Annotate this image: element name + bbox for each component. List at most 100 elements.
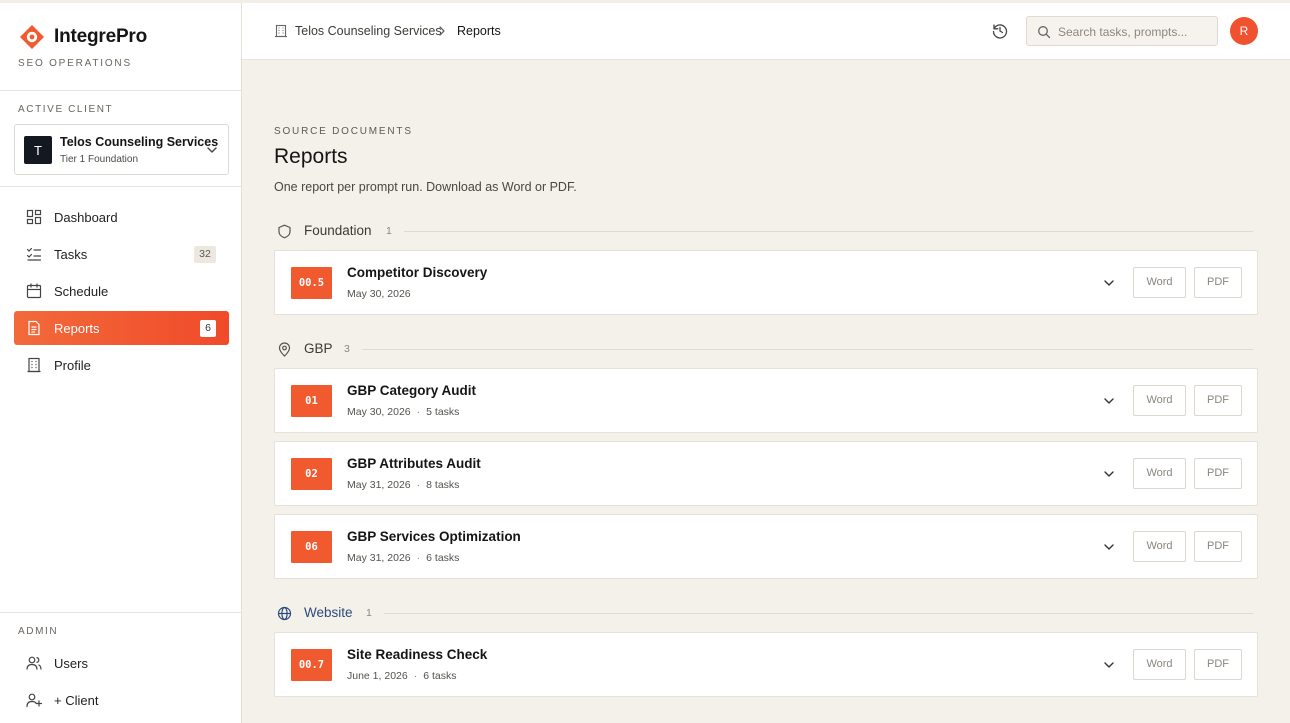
search-box: [1026, 16, 1218, 46]
client-avatar: T: [24, 136, 52, 164]
search-input[interactable]: [1058, 22, 1213, 41]
group-header-website: Website 1: [277, 604, 1253, 622]
top-header: Telos Counseling Services Reports R: [242, 3, 1290, 60]
chevron-down-icon[interactable]: [1102, 394, 1116, 408]
tasks-icon: [26, 247, 42, 261]
report-task-count: 5 tasks: [426, 406, 460, 418]
report-date: May 31, 2026: [347, 552, 411, 564]
brand[interactable]: IntegrePro: [18, 23, 147, 51]
users-icon: [26, 656, 42, 670]
brand-subtitle: SEO OPERATIONS: [18, 58, 132, 69]
active-client-label: ACTIVE CLIENT: [18, 104, 114, 115]
report-title: GBP Services Optimization: [347, 529, 521, 544]
report-row[interactable]: 01 GBP Category Audit May 30, 2026 · 5 tas…: [274, 368, 1258, 433]
download-pdf-button[interactable]: PDF: [1194, 649, 1242, 680]
sidebar-item-schedule[interactable]: Schedule: [14, 274, 229, 308]
download-word-button[interactable]: Word: [1133, 649, 1186, 680]
download-pdf-button[interactable]: PDF: [1194, 458, 1242, 489]
report-row[interactable]: 00.7 Site Readiness Check June 1, 2026 · 6…: [274, 632, 1258, 697]
chevron-down-icon[interactable]: [1102, 540, 1116, 554]
sidebar-item-label: Schedule: [54, 284, 109, 299]
download-pdf-button[interactable]: PDF: [1194, 531, 1242, 562]
chevron-down-icon: [207, 147, 217, 153]
brand-name: IntegrePro: [54, 26, 148, 47]
breadcrumb-current: Reports: [457, 24, 501, 38]
group-name: GBP: [304, 341, 333, 356]
report-date: May 30, 2026: [347, 288, 411, 300]
chevron-down-icon[interactable]: [1102, 658, 1116, 672]
map-pin-icon: [278, 342, 291, 357]
report-title: GBP Category Audit: [347, 383, 477, 398]
report-meta: May 30, 2026: [347, 288, 411, 300]
report-code-badge: 02: [291, 458, 332, 490]
report-meta: May 31, 2026 · 8 tasks: [347, 479, 460, 491]
report-code-badge: 01: [291, 385, 332, 417]
sidebar-item-tasks[interactable]: Tasks 32: [14, 237, 229, 271]
add-user-icon: [26, 693, 42, 708]
report-date: May 30, 2026: [347, 406, 411, 418]
download-word-button[interactable]: Word: [1133, 385, 1186, 416]
sidebar-divider: [0, 186, 241, 187]
download-word-button[interactable]: Word: [1133, 458, 1186, 489]
report-code-badge: 00.5: [291, 267, 332, 299]
report-row[interactable]: 02 GBP Attributes Audit May 31, 2026 · 8 t…: [274, 441, 1258, 506]
report-date: June 1, 2026: [347, 670, 408, 682]
group-name: Website: [304, 605, 353, 620]
sidebar-item-reports[interactable]: Reports 6: [14, 311, 229, 345]
report-meta: May 31, 2026 · 6 tasks: [347, 552, 460, 564]
sidebar-item-label: Profile: [54, 358, 91, 373]
report-meta: June 1, 2026 · 6 tasks: [347, 670, 457, 682]
chevron-right-icon: [439, 26, 445, 36]
report-task-count: 6 tasks: [426, 552, 460, 564]
group-divider: [384, 613, 1253, 614]
report-date: May 31, 2026: [347, 479, 411, 491]
group-divider: [362, 349, 1253, 350]
calendar-icon: [26, 283, 42, 299]
shield-icon: [278, 224, 291, 239]
tasks-count-badge: 32: [194, 246, 216, 263]
page-title: Reports: [274, 145, 348, 168]
group-header-foundation: Foundation 1: [277, 222, 1253, 240]
report-task-count: 6 tasks: [423, 670, 457, 682]
building-icon: [275, 24, 287, 38]
client-switcher[interactable]: T Telos Counseling Services Tier 1 Found…: [14, 124, 229, 175]
sidebar-item-label: + Client: [54, 693, 99, 708]
page-eyebrow: SOURCE DOCUMENTS: [274, 126, 413, 137]
group-count: 1: [386, 225, 392, 237]
sidebar-item-add-client[interactable]: + Client: [14, 683, 229, 717]
report-title: Competitor Discovery: [347, 265, 488, 280]
client-tier: Tier 1 Foundation: [60, 154, 139, 165]
window-top-strip: [0, 0, 1290, 3]
group-count: 3: [344, 343, 350, 355]
sidebar: IntegrePro SEO OPERATIONS ACTIVE CLIENT …: [0, 3, 242, 723]
report-task-count: 8 tasks: [426, 479, 460, 491]
building-icon: [27, 357, 41, 373]
breadcrumb-client-link[interactable]: Telos Counseling Services: [295, 24, 442, 38]
sidebar-item-label: Reports: [54, 321, 100, 336]
sidebar-divider: [0, 612, 241, 613]
sidebar-divider: [0, 90, 241, 91]
sidebar-item-users[interactable]: Users: [14, 646, 229, 680]
report-title: Site Readiness Check: [347, 647, 488, 662]
download-word-button[interactable]: Word: [1133, 531, 1186, 562]
download-pdf-button[interactable]: PDF: [1194, 385, 1242, 416]
chevron-down-icon[interactable]: [1102, 276, 1116, 290]
report-row[interactable]: 00.5 Competitor Discovery May 30, 2026 W…: [274, 250, 1258, 315]
download-pdf-button[interactable]: PDF: [1194, 267, 1242, 298]
user-avatar[interactable]: R: [1230, 17, 1258, 45]
download-word-button[interactable]: Word: [1133, 267, 1186, 298]
report-icon: [28, 320, 40, 336]
chevron-down-icon[interactable]: [1102, 467, 1116, 481]
page-subtitle: One report per prompt run. Download as W…: [274, 180, 577, 194]
globe-icon: [277, 606, 292, 621]
sidebar-item-profile[interactable]: Profile: [14, 348, 229, 382]
sidebar-item-label: Users: [54, 656, 88, 671]
report-meta: May 30, 2026 · 5 tasks: [347, 406, 460, 418]
report-title: GBP Attributes Audit: [347, 456, 481, 471]
sidebar-item-dashboard[interactable]: Dashboard: [14, 200, 229, 234]
search-icon: [1038, 26, 1051, 39]
history-icon[interactable]: [991, 22, 1009, 40]
report-code-badge: 06: [291, 531, 332, 563]
group-divider: [404, 231, 1253, 232]
report-row[interactable]: 06 GBP Services Optimization May 31, 202…: [274, 514, 1258, 579]
